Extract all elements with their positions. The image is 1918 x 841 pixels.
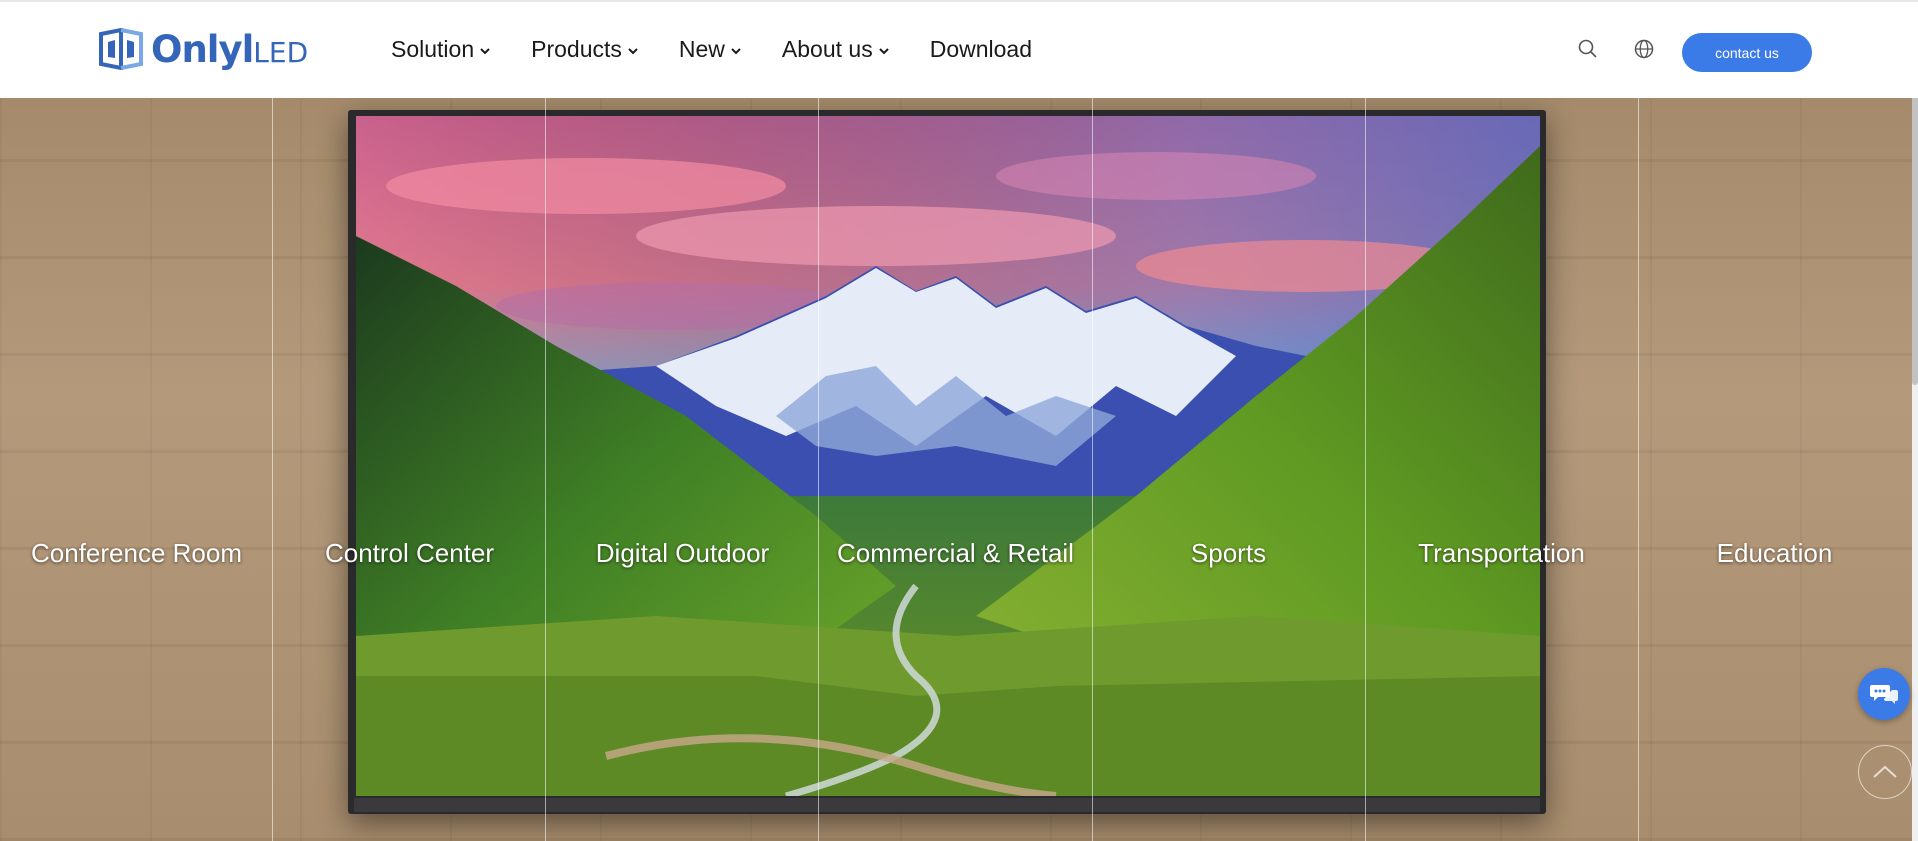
solution-control-center[interactable]: Control Center — [273, 528, 546, 578]
main-nav: Solution Products New About us Download — [391, 36, 1072, 63]
chevron-down-icon — [628, 48, 638, 55]
logo-text: OnlylLED — [151, 27, 309, 71]
hero-banner: Conference Room Control Center Digital O… — [0, 98, 1912, 841]
solution-education[interactable]: Education — [1638, 528, 1911, 578]
nav-label: Download — [929, 36, 1032, 62]
nav-item-download[interactable]: Download — [930, 36, 1032, 63]
chat-button[interactable] — [1858, 668, 1910, 720]
globe-icon[interactable] — [1632, 37, 1656, 61]
solution-conference-room[interactable]: Conference Room — [0, 528, 273, 578]
chevron-down-icon — [731, 48, 741, 55]
hero-landscape-image — [356, 116, 1540, 796]
chevron-up-icon — [1873, 765, 1897, 778]
contact-us-button[interactable]: contact us — [1682, 33, 1812, 72]
chevron-down-icon — [480, 48, 490, 55]
solution-sports[interactable]: Sports — [1092, 528, 1365, 578]
logo[interactable]: OnlylLED — [99, 27, 309, 71]
solution-categories: Conference Room Control Center Digital O… — [0, 528, 1912, 578]
logo-mark-icon — [99, 28, 143, 70]
nav-label: About us — [781, 36, 873, 62]
solution-digital-outdoor[interactable]: Digital Outdoor — [546, 528, 819, 578]
back-to-top-button[interactable] — [1858, 745, 1912, 799]
nav-item-about-us[interactable]: About us — [782, 36, 890, 63]
nav-item-solution[interactable]: Solution — [391, 36, 491, 63]
site-header: OnlylLED Solution Products New About us … — [0, 0, 1918, 98]
display-bezel-bottom — [354, 798, 1540, 812]
nav-label: Products — [531, 36, 622, 62]
nav-label: New — [678, 36, 725, 62]
search-icon[interactable] — [1576, 37, 1600, 61]
solution-transportation[interactable]: Transportation — [1365, 528, 1638, 578]
divider — [272, 98, 273, 841]
nav-label: Solution — [391, 36, 475, 62]
chevron-down-icon — [878, 48, 889, 55]
nav-item-new[interactable]: New — [679, 36, 742, 63]
divider — [1638, 98, 1639, 841]
solution-commercial-retail[interactable]: Commercial & Retail — [819, 528, 1092, 578]
chat-icon — [1870, 685, 1898, 704]
nav-item-products[interactable]: Products — [531, 36, 639, 63]
